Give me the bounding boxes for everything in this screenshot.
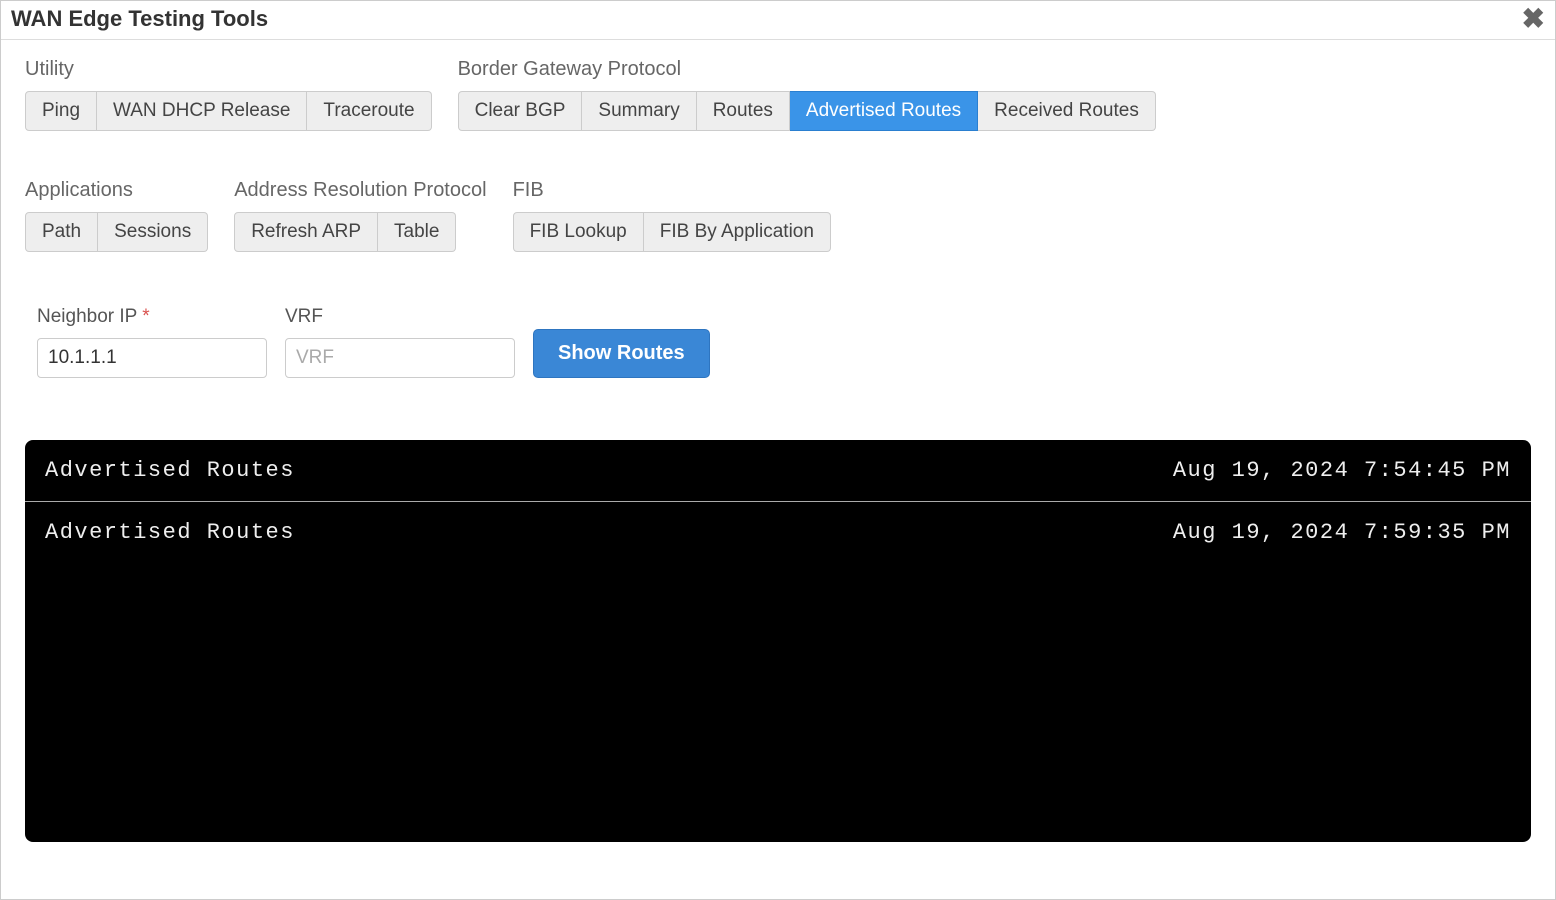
fib-by-application-button[interactable]: FIB By Application	[644, 212, 831, 252]
bgp-advertised-routes-button[interactable]: Advertised Routes	[790, 91, 978, 131]
terminal-row: Advertised Routes Aug 19, 2024 7:54:45 P…	[25, 440, 1531, 502]
ping-button[interactable]: Ping	[25, 91, 97, 131]
terminal-row-label: Advertised Routes	[45, 520, 295, 545]
bgp-received-routes-button[interactable]: Received Routes	[978, 91, 1156, 131]
terminal-row: Advertised Routes Aug 19, 2024 7:59:35 P…	[25, 502, 1531, 563]
show-routes-button[interactable]: Show Routes	[533, 329, 710, 378]
vrf-label: VRF	[285, 306, 515, 328]
group-bgp: Border Gateway Protocol Clear BGP Summar…	[458, 58, 1156, 131]
group-arp-buttons: Refresh ARP Table	[234, 212, 486, 252]
app-path-button[interactable]: Path	[25, 212, 98, 252]
terminal-row-timestamp: Aug 19, 2024 7:54:45 PM	[1173, 458, 1511, 483]
arp-table-button[interactable]: Table	[378, 212, 456, 252]
neighbor-ip-field: Neighbor IP *	[37, 306, 267, 378]
traceroute-button[interactable]: Traceroute	[307, 91, 431, 131]
required-asterisk: *	[142, 306, 149, 327]
wan-edge-modal: WAN Edge Testing Tools ✖ Utility Ping WA…	[0, 0, 1556, 900]
modal-body: Utility Ping WAN DHCP Release Traceroute…	[1, 40, 1555, 860]
vrf-field: VRF	[285, 306, 515, 378]
output-terminal: Advertised Routes Aug 19, 2024 7:54:45 P…	[25, 440, 1531, 842]
modal-header: WAN Edge Testing Tools ✖	[1, 1, 1555, 40]
neighbor-ip-input[interactable]	[37, 338, 267, 378]
refresh-arp-button[interactable]: Refresh ARP	[234, 212, 378, 252]
vrf-input[interactable]	[285, 338, 515, 378]
clear-bgp-button[interactable]: Clear BGP	[458, 91, 583, 131]
fib-lookup-button[interactable]: FIB Lookup	[513, 212, 644, 252]
terminal-row-label: Advertised Routes	[45, 458, 295, 483]
terminal-row-timestamp: Aug 19, 2024 7:59:35 PM	[1173, 520, 1511, 545]
neighbor-ip-label: Neighbor IP *	[37, 306, 267, 328]
group-applications-buttons: Path Sessions	[25, 212, 208, 252]
group-utility: Utility Ping WAN DHCP Release Traceroute	[25, 58, 432, 131]
group-arp: Address Resolution Protocol Refresh ARP …	[234, 179, 486, 252]
group-bgp-buttons: Clear BGP Summary Routes Advertised Rout…	[458, 91, 1156, 131]
bgp-routes-button[interactable]: Routes	[697, 91, 790, 131]
neighbor-ip-label-text: Neighbor IP	[37, 306, 142, 327]
wan-dhcp-release-button[interactable]: WAN DHCP Release	[97, 91, 307, 131]
close-icon[interactable]: ✖	[1522, 5, 1545, 33]
group-bgp-label: Border Gateway Protocol	[458, 58, 1156, 81]
app-sessions-button[interactable]: Sessions	[98, 212, 208, 252]
group-utility-buttons: Ping WAN DHCP Release Traceroute	[25, 91, 432, 131]
modal-title: WAN Edge Testing Tools	[11, 6, 268, 32]
form-row: Neighbor IP * VRF Show Routes	[37, 306, 1531, 378]
tool-groups: Utility Ping WAN DHCP Release Traceroute…	[25, 58, 1531, 252]
group-applications: Applications Path Sessions	[25, 179, 208, 252]
group-applications-label: Applications	[25, 179, 208, 202]
group-utility-label: Utility	[25, 58, 432, 81]
group-fib: FIB FIB Lookup FIB By Application	[513, 179, 831, 252]
bgp-summary-button[interactable]: Summary	[582, 91, 696, 131]
group-arp-label: Address Resolution Protocol	[234, 179, 486, 202]
group-fib-label: FIB	[513, 179, 831, 202]
group-fib-buttons: FIB Lookup FIB By Application	[513, 212, 831, 252]
